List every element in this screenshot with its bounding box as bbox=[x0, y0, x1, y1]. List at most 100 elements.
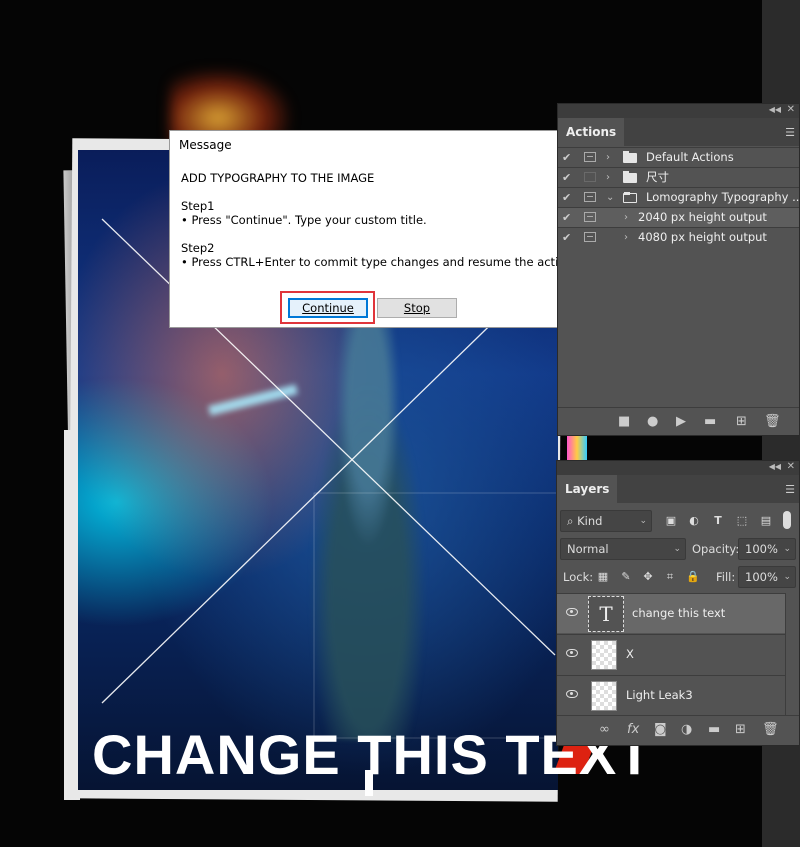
folder-icon bbox=[623, 171, 637, 183]
collapse-icon[interactable]: ◀◀ bbox=[769, 105, 781, 114]
fill-label: Fill: bbox=[716, 570, 736, 584]
adjustment-icon[interactable]: ◑ bbox=[681, 723, 692, 736]
action-set-default[interactable]: ✔ › Default Actions bbox=[558, 147, 799, 167]
link-icon[interactable]: ∞ bbox=[599, 723, 610, 736]
collapse-icon[interactable]: ◀◀ bbox=[769, 462, 781, 471]
check-icon[interactable]: ✔ bbox=[562, 208, 571, 227]
layer-row-x[interactable]: X bbox=[557, 634, 785, 674]
type-filter-icon[interactable]: T bbox=[712, 515, 724, 527]
filter-row: ⌕ Kind ⌄ ▣ ◐ T ⬚ ▤ bbox=[557, 507, 799, 535]
chevron-right-icon[interactable]: › bbox=[624, 208, 628, 227]
smart-object-filter-icon[interactable]: ▤ bbox=[760, 515, 772, 527]
chevron-down-icon[interactable]: ⌄ bbox=[606, 188, 614, 207]
fill-value: 100% bbox=[745, 570, 778, 584]
eye-icon[interactable] bbox=[566, 690, 578, 698]
continue-button[interactable]: Continue bbox=[288, 298, 368, 318]
lock-all-icon[interactable]: 🔒 bbox=[686, 571, 700, 583]
layer-row-light-leak3[interactable]: Light Leak3 bbox=[557, 675, 785, 715]
chevron-down-icon: ⌄ bbox=[673, 544, 681, 554]
continue-label: Continue bbox=[302, 301, 354, 315]
stop-label: Stop bbox=[403, 301, 431, 315]
chevron-down-icon: ⌄ bbox=[783, 572, 791, 582]
group-icon[interactable]: ▬ bbox=[708, 723, 720, 736]
layer-thumbnail bbox=[591, 681, 617, 711]
pixel-filter-icon[interactable]: ▣ bbox=[665, 515, 677, 527]
new-action-icon[interactable]: ⊞ bbox=[736, 415, 747, 428]
chevron-right-icon[interactable]: › bbox=[606, 148, 610, 167]
eye-icon[interactable] bbox=[566, 649, 578, 657]
check-icon[interactable]: ✔ bbox=[562, 188, 571, 207]
actions-tabbar: Actions ☰ bbox=[558, 118, 799, 146]
step2-title: Step2 bbox=[181, 241, 215, 255]
check-icon[interactable]: ✔ bbox=[562, 228, 571, 247]
chevron-right-icon[interactable]: › bbox=[606, 168, 610, 187]
search-icon: ⌕ bbox=[567, 514, 578, 528]
filter-kind-select[interactable]: ⌕ Kind ⌄ bbox=[560, 510, 652, 532]
tab-actions[interactable]: Actions bbox=[558, 118, 625, 146]
tab-layers[interactable]: Layers bbox=[557, 475, 618, 503]
opacity-label: Opacity: bbox=[692, 542, 740, 556]
white-bar-shape bbox=[365, 770, 373, 796]
layer-name: change this text bbox=[632, 606, 726, 620]
layer-row-change-this-text[interactable]: T change this text bbox=[557, 593, 785, 633]
lock-transparent-icon[interactable]: ▦ bbox=[597, 571, 609, 583]
actions-panel-header: ◀◀ ✕ bbox=[558, 104, 799, 118]
shape-filter-icon[interactable]: ⬚ bbox=[736, 515, 748, 527]
layers-scrollbar[interactable] bbox=[785, 593, 799, 715]
lock-artboard-icon[interactable]: ⌗ bbox=[664, 571, 676, 583]
fill-input[interactable]: 100% ⌄ bbox=[738, 566, 796, 588]
dialog-toggle-icon[interactable] bbox=[584, 212, 596, 222]
dialog-toggle-icon[interactable] bbox=[584, 152, 596, 162]
action-label: 4080 px height output bbox=[638, 230, 767, 244]
filter-kind-value: Kind bbox=[577, 514, 603, 528]
check-icon[interactable]: ✔ bbox=[562, 168, 571, 187]
chevron-right-icon[interactable]: › bbox=[624, 228, 628, 247]
close-icon[interactable]: ✕ bbox=[787, 104, 795, 115]
folder-icon bbox=[623, 151, 637, 163]
dialog-toggle-icon[interactable] bbox=[584, 172, 596, 182]
dialog-toggle-icon[interactable] bbox=[584, 232, 596, 242]
lock-paint-icon[interactable]: ✎ bbox=[620, 571, 632, 583]
adjustment-filter-icon[interactable]: ◐ bbox=[688, 515, 700, 527]
dialog-toggle-icon[interactable] bbox=[584, 192, 596, 202]
action-label: Default Actions bbox=[646, 150, 734, 164]
trash-icon[interactable]: 🗑 bbox=[764, 415, 781, 428]
chevron-down-icon: ⌄ bbox=[639, 516, 647, 526]
dialog-heading: ADD TYPOGRAPHY TO THE IMAGE bbox=[181, 171, 375, 185]
layers-panel-header: ◀◀ ✕ bbox=[557, 461, 799, 475]
text-layer-thumbnail: T bbox=[588, 596, 624, 632]
opacity-value: 100% bbox=[745, 542, 778, 556]
eye-icon[interactable] bbox=[566, 608, 578, 616]
step1-title: Step1 bbox=[181, 199, 215, 213]
panel-menu-icon[interactable]: ☰ bbox=[785, 483, 795, 496]
panel-menu-icon[interactable]: ☰ bbox=[785, 126, 795, 139]
step2-text: • Press CTRL+Enter to commit type change… bbox=[181, 255, 577, 269]
fx-icon[interactable]: fx bbox=[627, 723, 639, 736]
new-layer-icon[interactable]: ⊞ bbox=[735, 723, 746, 736]
stop-button[interactable]: Stop bbox=[377, 298, 457, 318]
blend-mode-select[interactable]: Normal ⌄ bbox=[560, 538, 686, 560]
blend-row: Normal ⌄ Opacity: 100% ⌄ bbox=[557, 535, 799, 563]
close-icon[interactable]: ✕ bbox=[787, 461, 795, 472]
check-icon[interactable]: ✔ bbox=[562, 148, 571, 167]
folder-open-icon bbox=[623, 192, 637, 203]
action-label: 尺寸 bbox=[646, 170, 669, 184]
lock-position-icon[interactable]: ✥ bbox=[642, 571, 654, 583]
trash-icon[interactable]: 🗑 bbox=[762, 723, 779, 736]
action-2040[interactable]: ✔ › 2040 px height output bbox=[558, 207, 799, 227]
mask-icon[interactable]: ◙ bbox=[654, 723, 667, 736]
layer-name: Light Leak3 bbox=[626, 688, 693, 702]
record-icon[interactable]: ● bbox=[647, 415, 658, 428]
lock-label: Lock: bbox=[563, 570, 594, 584]
opacity-input[interactable]: 100% ⌄ bbox=[738, 538, 796, 560]
action-set-lomography[interactable]: ✔ ⌄ Lomography Typography ... bbox=[558, 187, 799, 207]
action-label: 2040 px height output bbox=[638, 210, 767, 224]
action-set-size[interactable]: ✔ › 尺寸 bbox=[558, 167, 799, 187]
action-4080[interactable]: ✔ › 4080 px height output bbox=[558, 227, 799, 247]
step1-text: • Press "Continue". Type your custom tit… bbox=[181, 213, 427, 227]
layer-name: X bbox=[626, 647, 634, 661]
play-icon[interactable]: ▶ bbox=[676, 415, 686, 428]
folder-icon[interactable]: ▬ bbox=[704, 415, 716, 428]
stop-icon[interactable]: ■ bbox=[618, 415, 630, 428]
filter-toggle-icon[interactable] bbox=[783, 511, 791, 529]
